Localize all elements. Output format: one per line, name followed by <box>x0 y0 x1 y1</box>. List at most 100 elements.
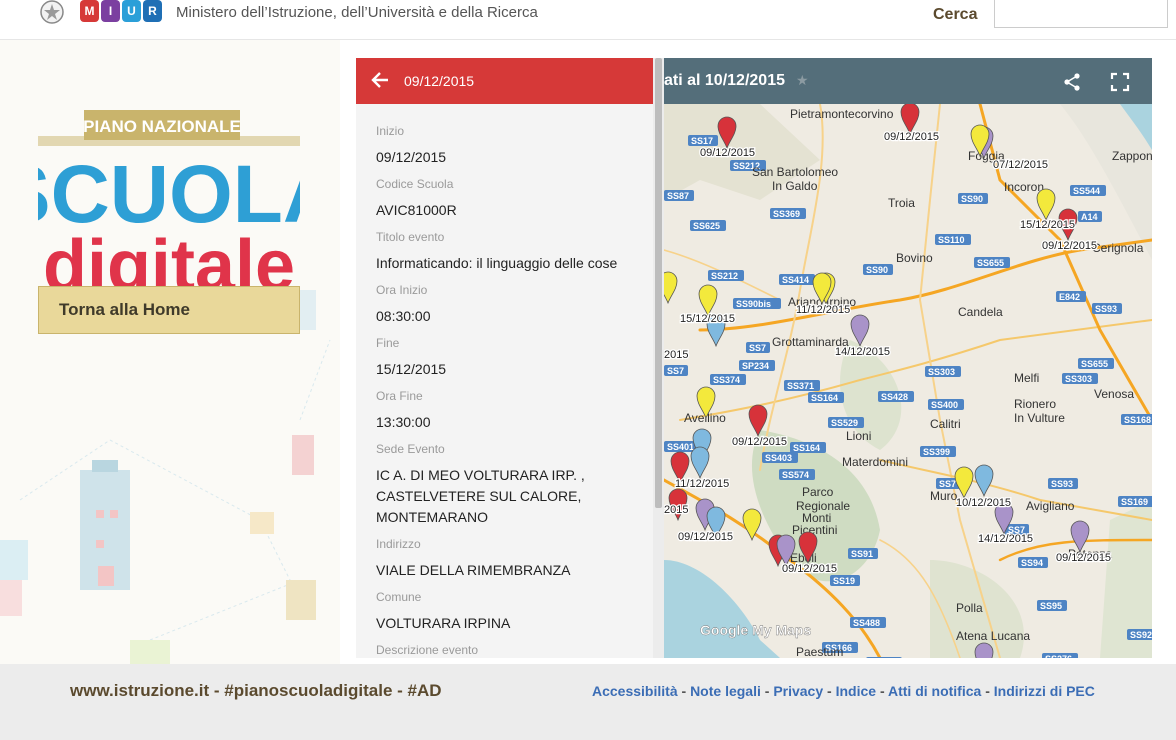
svg-text:SS95: SS95 <box>1040 601 1062 611</box>
svg-text:SS164: SS164 <box>793 443 820 453</box>
road-shield: SS17 <box>688 135 718 146</box>
detail-scrollbar-thumb[interactable] <box>655 58 662 508</box>
road-shield: SS7 <box>746 342 770 353</box>
road-shield: SS374 <box>710 374 746 385</box>
field-value: VIALE DELLA RIMEMBRANZA <box>376 562 571 578</box>
svg-text:SS168: SS168 <box>1124 415 1151 425</box>
pin-date-label: 09/12/2015 <box>1056 552 1111 564</box>
place-label: Lioni <box>846 429 871 443</box>
road-shield: SS93 <box>1092 303 1122 314</box>
fullscreen-icon[interactable] <box>1110 72 1130 92</box>
road-shield: SS655 <box>974 257 1010 268</box>
event-detail-panel: Inizio 09/12/2015 Codice Scuola AVIC8100… <box>356 104 653 658</box>
sidebar: PIANO NAZIONALE SCUOLA digitale Torna al… <box>0 40 340 664</box>
pin-date-label: 15/12/2015 <box>680 313 735 325</box>
field-value: 15/12/2015 <box>376 361 447 377</box>
ministry-name[interactable]: Ministero dell’Istruzione, dell’Universi… <box>176 4 538 21</box>
footer-links: Accessibilità - Note legali - Privacy - … <box>592 683 1095 699</box>
home-button[interactable]: Torna alla Home <box>38 286 300 334</box>
svg-text:SS110: SS110 <box>938 235 965 245</box>
field-label: Descrizione evento <box>376 643 479 657</box>
field-label: Sede Evento <box>376 442 445 456</box>
footer-link-note-legali[interactable]: Note legali <box>690 683 761 699</box>
miur-logo[interactable]: M I U R <box>80 0 162 26</box>
svg-text:SS655: SS655 <box>1081 359 1108 369</box>
field-label: Titolo evento <box>376 230 445 244</box>
svg-text:SS90bis: SS90bis <box>736 299 771 309</box>
event-pin-icon[interactable] <box>974 642 994 658</box>
top-bar: M I U R Ministero dell’Istruzione, dell’… <box>0 0 1176 40</box>
miur-logo-r: R <box>143 0 162 22</box>
road-shield: SS90bis <box>733 298 781 309</box>
svg-text:SS164: SS164 <box>811 393 838 403</box>
field-value: AVIC81000R <box>376 202 457 218</box>
field-label: Comune <box>376 590 422 604</box>
road-shield: SS169 <box>1118 496 1152 507</box>
field-value: 08:30:00 <box>376 308 431 324</box>
place-label: Materdomini <box>842 455 908 469</box>
place-label: In Galdo <box>772 179 818 193</box>
miur-logo-u: U <box>122 0 141 22</box>
road-shield: SS399 <box>920 446 956 457</box>
footer-site-tags: www.istruzione.it - #pianoscuoladigitale… <box>70 681 442 700</box>
place-label: Calitri <box>930 417 961 431</box>
pin-date-label: 14/12/2015 <box>978 533 1033 545</box>
logo-top-text: PIANO NAZIONALE <box>83 117 241 136</box>
svg-text:SS401: SS401 <box>667 442 694 452</box>
road-shield: SS414 <box>779 274 815 285</box>
place-label: Atena Lucana <box>956 629 1030 643</box>
place-label: Muro <box>930 489 958 503</box>
search-input[interactable] <box>994 0 1168 28</box>
road-shield: SS212 <box>708 270 744 281</box>
place-label: San Bartolomeo <box>752 165 838 179</box>
footer-link-pec[interactable]: Indirizzi di PEC <box>994 683 1095 699</box>
footer-link-accessibilita[interactable]: Accessibilità <box>592 683 678 699</box>
svg-text:SS87: SS87 <box>667 191 689 201</box>
pin-date-label: 10/12/2015 <box>956 497 1011 509</box>
svg-text:SS169: SS169 <box>1121 497 1148 507</box>
field-ora-fine: Ora Fine 13:30:00 <box>376 389 636 433</box>
road-shield: E842 <box>1056 291 1086 302</box>
place-label: Pietramontecorvino <box>790 107 894 121</box>
footer-link-atti-notifica[interactable]: Atti di notifica <box>888 683 981 699</box>
svg-text:SS403: SS403 <box>765 453 792 463</box>
footer-link-indice[interactable]: Indice <box>836 683 876 699</box>
pin-date-label: 11/12/2015 <box>796 304 850 316</box>
svg-text:SP234: SP234 <box>742 361 769 371</box>
road-shield: SS94 <box>1018 557 1048 568</box>
road-shield: SS87 <box>664 190 694 201</box>
road-shield: SS93 <box>1048 478 1078 489</box>
pin-date-label: 14/12/2015 <box>835 346 890 358</box>
event-map[interactable]: SS17 SS212 SS87 SS625 SS369 SS90 SS110 SS544 A14… <box>664 104 1152 658</box>
svg-text:SS93: SS93 <box>1051 479 1073 489</box>
svg-text:SS212: SS212 <box>711 271 738 281</box>
field-label: Fine <box>376 336 400 350</box>
road-shield: SS544 <box>1070 185 1106 196</box>
share-icon[interactable] <box>1062 72 1082 92</box>
republic-emblem-icon <box>40 0 64 24</box>
star-icon[interactable]: ★ <box>796 72 809 89</box>
map-canvas[interactable]: SS17 SS212 SS87 SS625 SS369 SS90 SS110 SS544 A14… <box>664 104 1152 658</box>
road-shield: SS403 <box>762 452 798 463</box>
road-shield: SS110 <box>935 234 971 245</box>
field-fine: Fine 15/12/2015 <box>376 336 636 380</box>
svg-text:SS303: SS303 <box>1065 374 1092 384</box>
footer-link-privacy[interactable]: Privacy <box>773 683 823 699</box>
place-label: Avigliano <box>1026 499 1075 513</box>
pin-date-label: 2015 <box>664 349 688 361</box>
back-arrow-icon[interactable] <box>370 68 390 92</box>
svg-text:SS488: SS488 <box>853 618 880 628</box>
svg-text:SS428: SS428 <box>881 392 908 402</box>
header-date: 09/12/2015 <box>404 73 475 89</box>
field-descrizione-evento: Descrizione evento <box>376 643 636 658</box>
place-label: Melfi <box>1014 371 1039 385</box>
field-inizio: Inizio 09/12/2015 <box>376 124 636 168</box>
svg-text:SS374: SS374 <box>713 375 740 385</box>
road-shield: SS655 <box>1078 358 1114 369</box>
pin-date-label: 09/12/2015 <box>1042 240 1097 252</box>
road-shield: SS90 <box>958 193 988 204</box>
svg-text:SS655: SS655 <box>977 258 1004 268</box>
place-label: Venosa <box>1094 387 1134 401</box>
field-value: IC A. DI MEO VOLTURARA IRP. , CASTELVETE… <box>376 467 585 525</box>
svg-text:SS529: SS529 <box>831 418 858 428</box>
